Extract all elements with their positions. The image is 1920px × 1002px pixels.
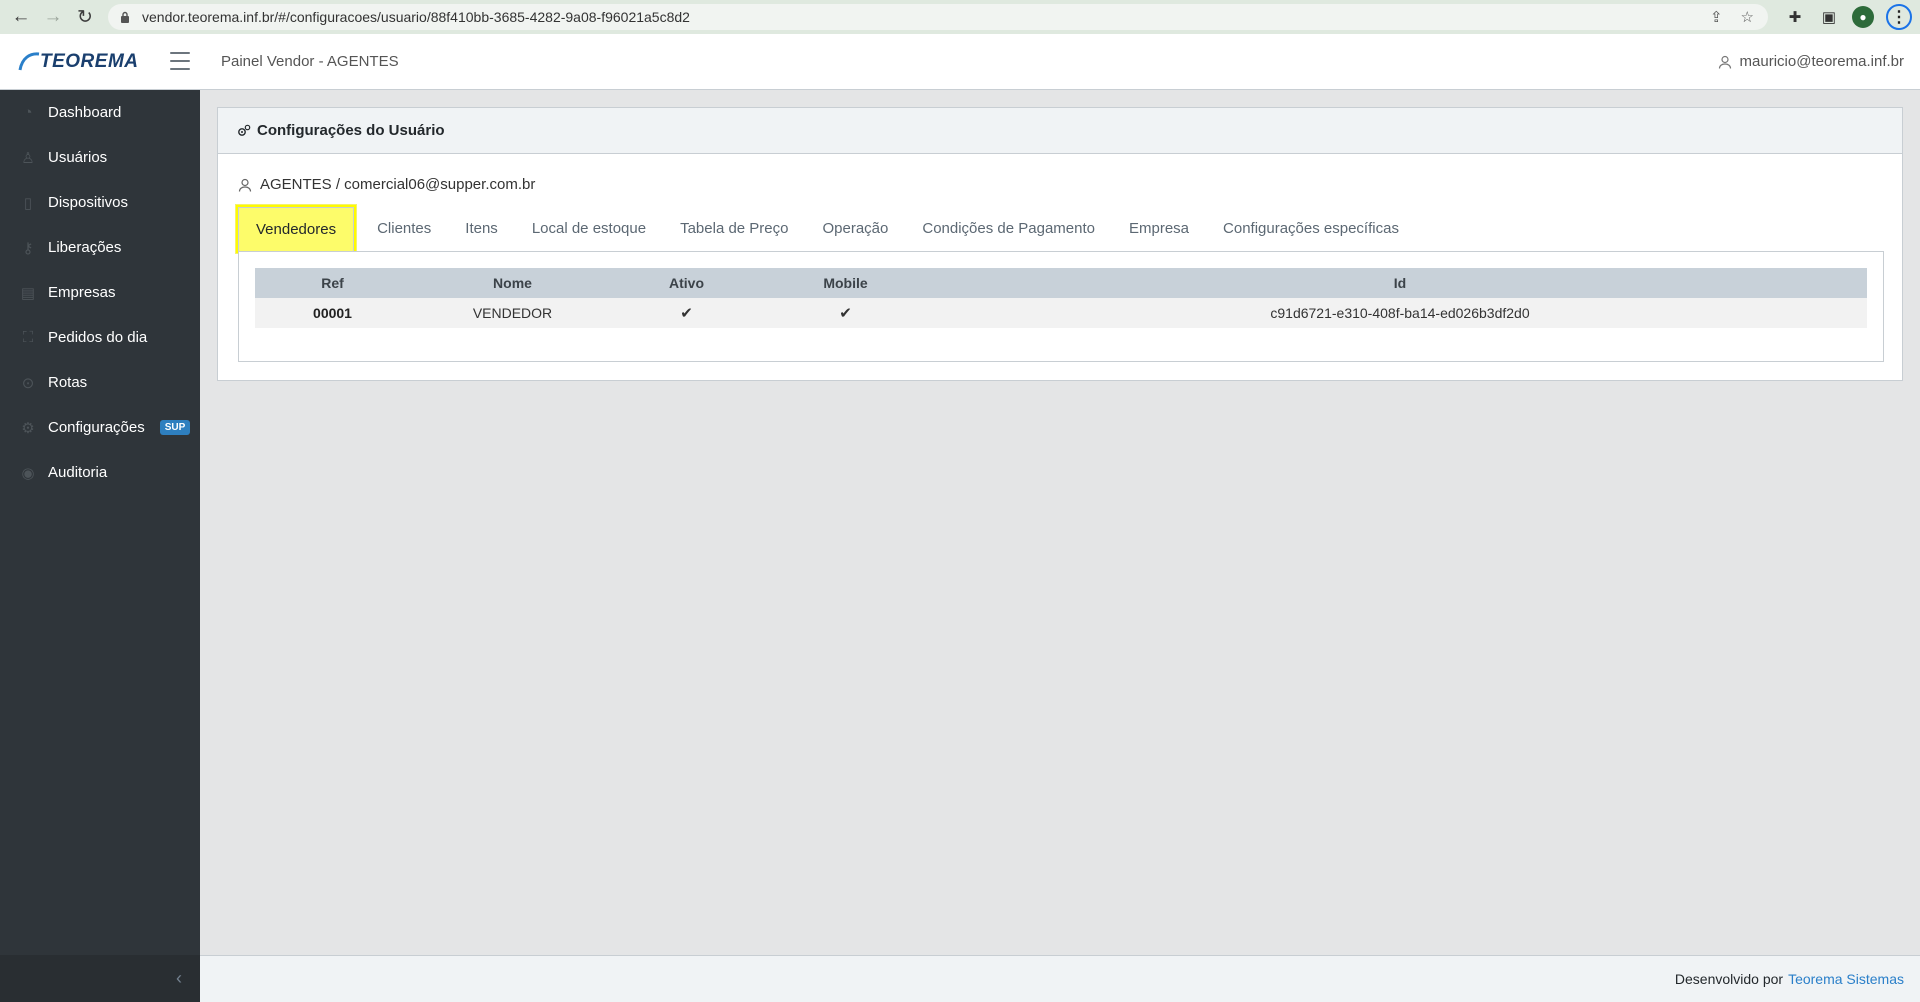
tab-configuracoes-especificas[interactable]: Configurações específicas (1206, 209, 1416, 249)
footer-text: Desenvolvido por (1674, 971, 1784, 987)
sidebar-item-empresas[interactable]: ▤ Empresas (0, 270, 200, 315)
building-icon: ▤ (20, 284, 36, 302)
tab-tabela-de-preco[interactable]: Tabela de Preço (663, 209, 805, 249)
sidebar-item-label: Usuários (48, 149, 108, 166)
cell-nome: VENDEDOR (410, 298, 615, 328)
table-header-row: Ref Nome Ativo Mobile Id (255, 268, 1867, 298)
footer-link[interactable]: Teorema Sistemas (1788, 971, 1904, 987)
tab-itens[interactable]: Itens (448, 209, 515, 249)
column-header-id[interactable]: Id (933, 268, 1867, 298)
tab-operacao[interactable]: Operação (805, 209, 905, 249)
sidebar-item-auditoria[interactable]: ◉ Auditoria (0, 450, 200, 495)
user-context: AGENTES / comercial06@supper.com.br (238, 176, 535, 193)
location-pin-icon: ⊙ (21, 374, 35, 392)
bookmark-star-icon[interactable]: ☆ (1741, 8, 1754, 26)
tab-vendedores[interactable]: Vendedores (235, 204, 357, 253)
user-icon: ♙ (21, 149, 35, 167)
logo-swoosh-icon (18, 52, 40, 71)
tab-clientes[interactable]: Clientes (360, 209, 448, 249)
tab-bar: Vendedores Clientes Itens Local de estoq… (234, 204, 1416, 253)
sidebar-item-liberacoes[interactable]: ⚷ Liberações (0, 225, 200, 270)
tab-condicoes-de-pagamento[interactable]: Condições de Pagamento (905, 209, 1112, 249)
extensions-puzzle-icon[interactable]: ✚ (1784, 6, 1806, 28)
speedometer-icon: ◔ (23, 104, 33, 121)
table-row[interactable]: 00001 VENDEDOR ✔ ✔ c91d6721-e310-408f-ba… (255, 298, 1867, 328)
gear-icon: ⚙ (21, 419, 35, 437)
user-email: mauricio@teorema.inf.br (1739, 53, 1904, 70)
sidebar-item-dispositivos[interactable]: ▯ Dispositivos (0, 180, 200, 225)
phone-icon: ▯ (23, 194, 33, 212)
sidebar-item-label: Empresas (48, 284, 116, 301)
share-icon[interactable]: ⇪ (1710, 8, 1723, 26)
sidebar-item-usuarios[interactable]: ♙ Usuários (0, 135, 200, 180)
address-bar[interactable]: vendor.teorema.inf.br/#/configuracoes/us… (108, 4, 1768, 30)
column-header-mobile[interactable]: Mobile (758, 268, 933, 298)
url-text: vendor.teorema.inf.br/#/configuracoes/us… (142, 9, 690, 25)
logo-text: TEOREMA (40, 51, 139, 72)
sidebar-item-label: Liberações (48, 239, 122, 256)
tab-panel-vendedores: Ref Nome Ativo Mobile Id 00001 VENDEDOR … (238, 251, 1884, 362)
vendedores-table: Ref Nome Ativo Mobile Id 00001 VENDEDOR … (255, 268, 1867, 328)
key-icon: ⚷ (22, 239, 34, 257)
forward-icon[interactable]: → (36, 0, 70, 34)
user-context-text: AGENTES / comercial06@supper.com.br (260, 176, 536, 193)
sidebar-minimizer[interactable]: ‹ (0, 955, 200, 1002)
app-header: TEOREMA Painel Vendor - AGENTES mauricio… (0, 34, 1920, 90)
profile-avatar-icon[interactable]: ● (1852, 6, 1874, 28)
sidebar: ◔ Dashboard ♙ Usuários ▯ Dispositivos ⚷ … (0, 90, 200, 1002)
user-icon (1718, 55, 1731, 69)
cell-id: c91d6721-e310-408f-ba14-ed026b3df2d0 (933, 298, 1867, 328)
panel-title: Painel Vendor - AGENTES (221, 53, 399, 70)
tab-empresa[interactable]: Empresa (1112, 209, 1206, 249)
sidebar-toggle-icon[interactable] (170, 52, 190, 70)
column-header-ativo[interactable]: Ativo (615, 268, 758, 298)
user-icon (238, 178, 252, 192)
side-panel-icon[interactable]: ▣ (1818, 6, 1840, 28)
browser-menu-icon[interactable]: ⋮ (1886, 4, 1912, 30)
sidebar-item-rotas[interactable]: ⊙ Rotas (0, 360, 200, 405)
sup-badge: SUP (159, 420, 191, 435)
check-icon: ✔ (758, 298, 933, 328)
lock-icon (120, 11, 130, 23)
user-menu[interactable]: mauricio@teorema.inf.br (1718, 53, 1904, 70)
sidebar-item-dashboard[interactable]: ◔ Dashboard (0, 90, 200, 135)
column-header-ref[interactable]: Ref (255, 268, 410, 298)
sidebar-item-label: Dashboard (48, 104, 122, 121)
sidebar-item-label: Auditoria (48, 464, 108, 481)
bag-icon: ⛶ (22, 329, 34, 346)
sidebar-item-pedidos-do-dia[interactable]: ⛶ Pedidos do dia (0, 315, 200, 360)
check-icon: ✔ (615, 298, 758, 328)
chevron-left-icon[interactable]: ‹ (176, 968, 182, 989)
column-header-nome[interactable]: Nome (410, 268, 615, 298)
sidebar-item-label: Configurações (48, 419, 145, 436)
back-icon[interactable]: ← (4, 0, 38, 34)
sidebar-item-label: Pedidos do dia (48, 329, 148, 346)
browser-toolbar: ← → ↻ vendor.teorema.inf.br/#/configurac… (0, 0, 1920, 34)
eye-icon: ◉ (21, 464, 35, 482)
tab-local-de-estoque[interactable]: Local de estoque (515, 209, 663, 249)
sidebar-item-label: Dispositivos (48, 194, 129, 211)
cell-ref: 00001 (255, 298, 410, 328)
cogs-icon (237, 124, 251, 138)
main-content: Configurações do Usuário AGENTES / comer… (200, 90, 1920, 955)
card-header: Configurações do Usuário (218, 108, 1902, 154)
reload-icon[interactable]: ↻ (68, 0, 102, 34)
user-settings-card: Configurações do Usuário AGENTES / comer… (217, 107, 1903, 381)
teorema-logo[interactable]: TEOREMA (18, 48, 139, 76)
card-title: Configurações do Usuário (257, 122, 445, 139)
sidebar-item-configuracoes[interactable]: ⚙ Configurações SUP (0, 405, 200, 450)
sidebar-item-label: Rotas (48, 374, 88, 391)
app-footer: Desenvolvido por Teorema Sistemas (200, 955, 1920, 1002)
